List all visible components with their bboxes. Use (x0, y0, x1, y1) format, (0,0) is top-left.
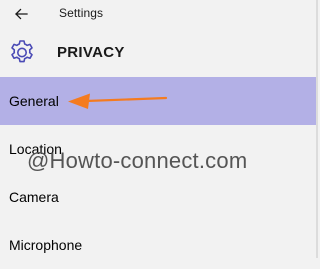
nav-item-general[interactable]: General (0, 77, 316, 125)
nav-item-microphone[interactable]: Microphone (0, 221, 316, 269)
page-title: PRIVACY (57, 44, 125, 61)
nav-item-label: Camera (9, 189, 59, 205)
window-border (316, 0, 318, 258)
page-header: PRIVACY (0, 34, 318, 74)
nav-item-label: General (9, 93, 59, 109)
settings-window: Settings PRIVACY General Location Camera… (0, 0, 318, 258)
gear-icon (11, 40, 33, 63)
nav-item-label: Microphone (9, 237, 83, 253)
watermark-text: @Howto-connect.com (27, 148, 248, 173)
title-bar: Settings (0, 0, 318, 28)
back-button[interactable] (8, 3, 34, 25)
window-title: Settings (59, 6, 104, 20)
back-arrow-icon (15, 8, 28, 20)
nav-item-camera[interactable]: Camera (0, 173, 316, 221)
